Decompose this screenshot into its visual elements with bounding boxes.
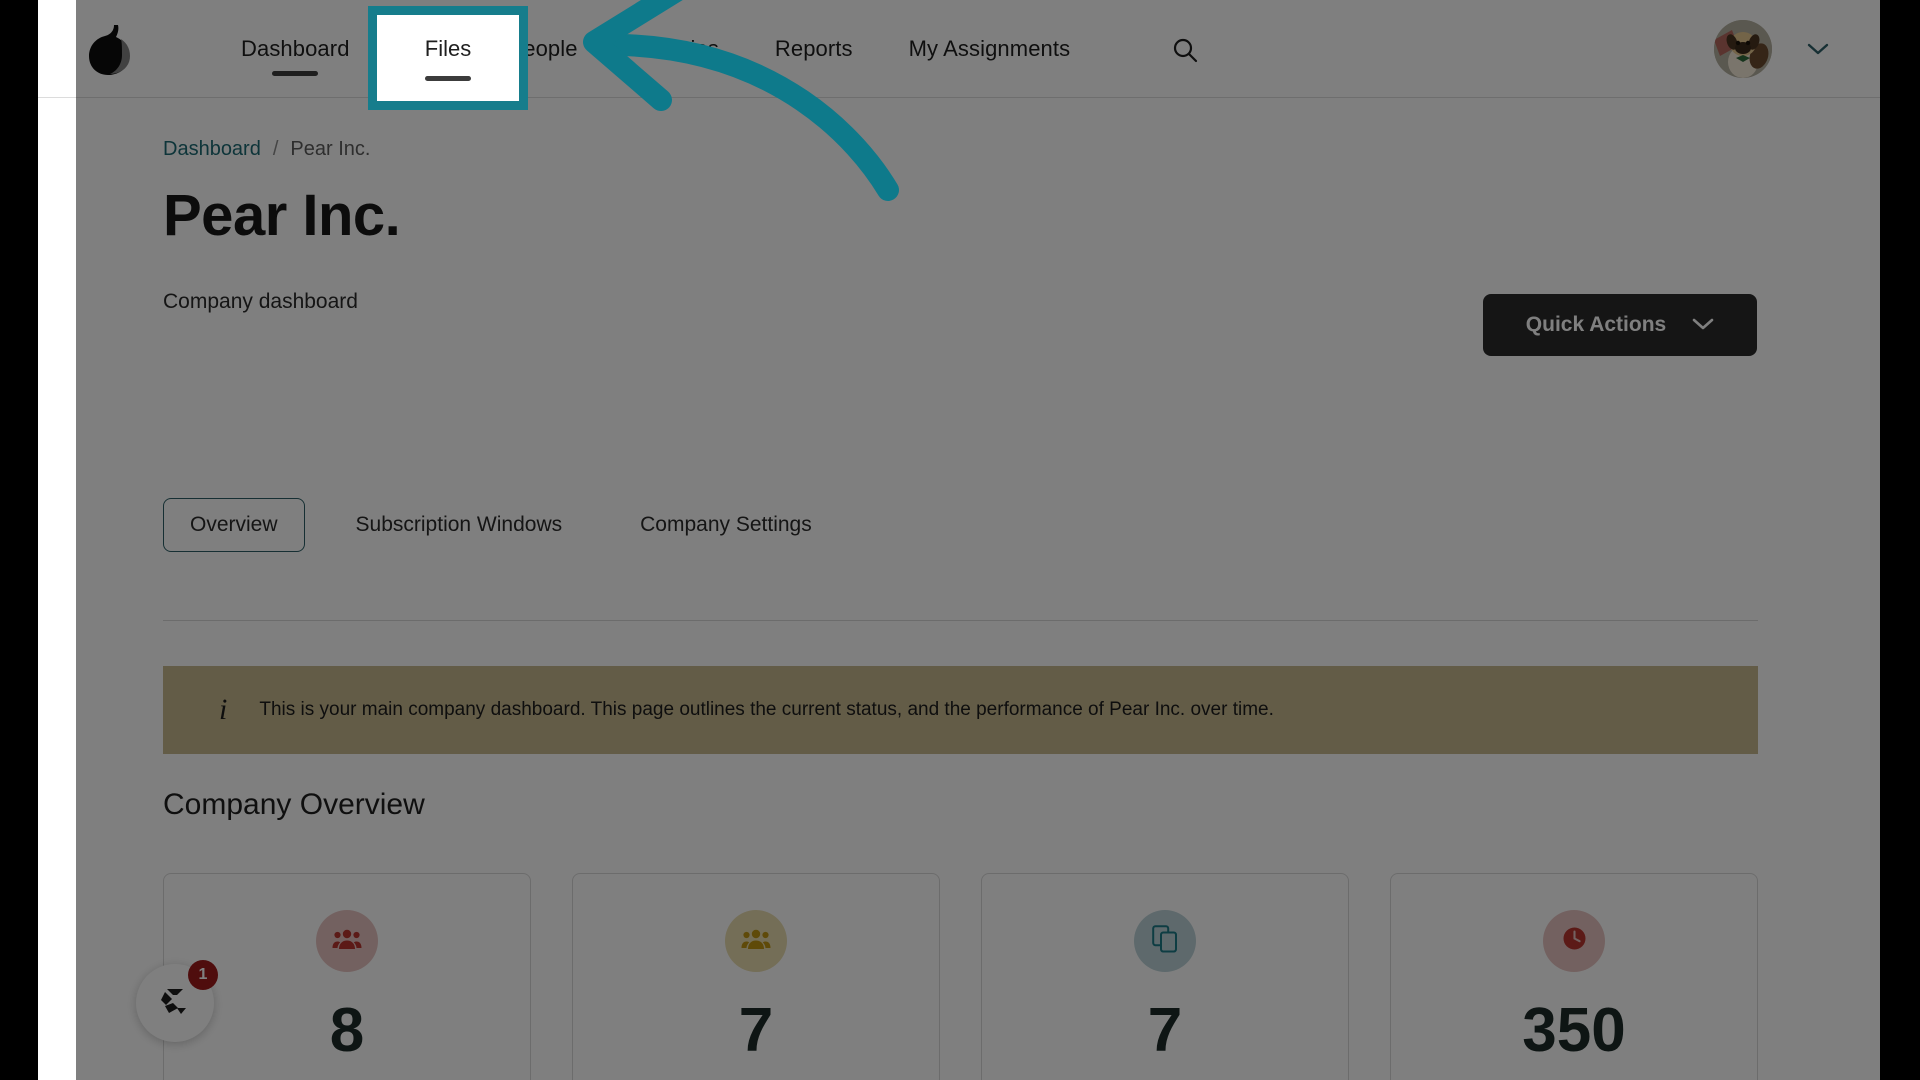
quick-actions-label: Quick Actions (1525, 313, 1667, 336)
stat-card[interactable]: 350 Avg. days to complete (1390, 873, 1758, 1080)
nav-active-underline (272, 71, 319, 76)
stat-value: 7 (738, 996, 774, 1065)
stat-value: 7 (1147, 996, 1183, 1065)
stat-card[interactable]: 8 Total Active People (163, 873, 531, 1080)
nav-item-label: Dashboard (241, 36, 350, 61)
stat-icon-bubble (1134, 910, 1196, 972)
breadcrumb-separator: / (272, 138, 279, 160)
tab-label: Subscription Windows (355, 513, 563, 536)
nav-item-reports[interactable]: Reports (747, 0, 881, 98)
stat-icon-bubble (316, 910, 378, 972)
nav-item-list: Dashboard Files People Libraries Reports (213, 0, 1098, 98)
avatar[interactable] (1714, 20, 1772, 78)
pear-logo-icon[interactable] (83, 23, 135, 77)
stat-value: 350 (1522, 996, 1626, 1065)
chat-help-widget[interactable]: 1 (136, 960, 218, 1042)
tab-subscription-windows[interactable]: Subscription Windows (329, 498, 590, 552)
info-banner-text: This is your main company dashboard. Thi… (259, 699, 1274, 720)
search-icon[interactable] (1171, 36, 1199, 64)
stat-card[interactable]: 7 Total Assigned People (572, 873, 940, 1080)
clock-icon (1561, 925, 1588, 957)
quick-actions-button[interactable]: Quick Actions (1483, 294, 1757, 356)
highlight-target-files-tab[interactable]: Files (368, 6, 528, 110)
user-menu[interactable] (1714, 20, 1830, 78)
people-group-icon (741, 927, 771, 956)
nav-item-my-assignments[interactable]: My Assignments (881, 0, 1099, 98)
tab-company-settings[interactable]: Company Settings (613, 498, 839, 552)
tab-overview[interactable]: Overview (163, 498, 305, 552)
nav-item-libraries[interactable]: Libraries (606, 0, 747, 98)
nav-active-underline (425, 75, 471, 81)
chat-badge-count: 1 (188, 960, 218, 990)
stat-value: 8 (329, 996, 365, 1065)
stat-card[interactable]: 7 Total Published Files (981, 873, 1349, 1080)
nav-item-dashboard[interactable]: Dashboard (213, 0, 378, 98)
section-heading-company-overview: Company Overview (163, 788, 425, 821)
stat-icon-bubble (1543, 910, 1605, 972)
app-viewport: Dashboard Files People Libraries Reports (38, 0, 1880, 1080)
nav-item-label: Reports (774, 36, 853, 61)
section-divider (163, 620, 1758, 621)
nav-item-label: Libraries (633, 36, 719, 61)
nav-item-label: My Assignments (908, 36, 1071, 61)
copy-files-icon (1152, 924, 1178, 958)
tab-label: Company Settings (640, 513, 812, 536)
chevron-down-icon[interactable] (1806, 42, 1830, 56)
info-italic-icon: i (219, 693, 228, 726)
breadcrumb: Dashboard / Pear Inc. (163, 138, 1758, 161)
chevron-down-icon (1692, 313, 1714, 337)
page-body: Dashboard / Pear Inc. Pear Inc. Company … (38, 98, 1880, 1080)
highlight-target-label: Files (424, 35, 472, 61)
tab-label: Overview (190, 513, 278, 536)
stat-icon-bubble (725, 910, 787, 972)
chat-help-icon (153, 979, 197, 1028)
screenshot-root: Dashboard Files People Libraries Reports (0, 0, 1920, 1080)
subtab-list: Overview Subscription Windows Company Se… (163, 498, 1758, 552)
breadcrumb-link-dashboard[interactable]: Dashboard (163, 138, 261, 161)
breadcrumb-current: Pear Inc. (290, 138, 371, 160)
page-title: Pear Inc. (163, 183, 401, 248)
info-banner: i This is your main company dashboard. T… (163, 666, 1758, 754)
top-navigation-bar: Dashboard Files People Libraries Reports (38, 0, 1880, 98)
people-group-icon (332, 927, 362, 956)
stat-card-grid: 8 Total Active People (163, 873, 1758, 1080)
